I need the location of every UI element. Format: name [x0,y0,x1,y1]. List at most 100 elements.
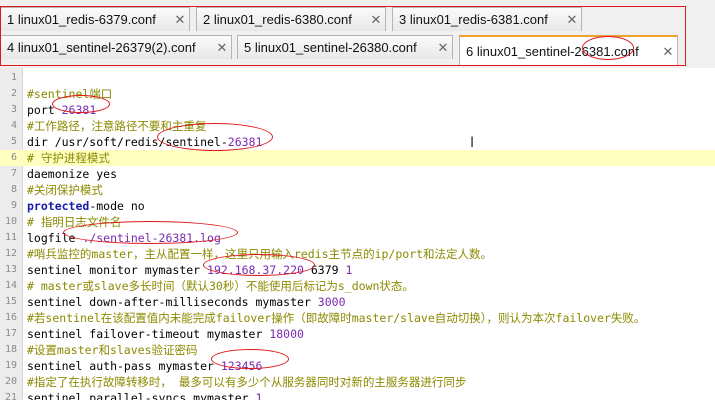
code-line[interactable]: 8 #关闭保护模式 [0,182,715,198]
close-icon[interactable]: ✕ [563,12,581,28]
tab-sentinel-26380[interactable]: 5 linux01_sentinel-26380.conf ✕ [237,35,453,59]
line-number: 5 [10,136,17,147]
code-token: #工作路径，注意路径不要和主重复 [27,119,207,133]
code-line[interactable]: 6 # 守护进程模式 [0,150,715,166]
code-line[interactable]: 15 sentinel down-after-milliseconds mymas… [0,294,715,310]
line-number: 13 [4,264,17,275]
code-token: protected [27,199,90,213]
code-token: #哨兵监控的master，主从配置一样，这里只用输入redis主节点的ip/po… [27,247,493,261]
code-token: 192.168.37.220 [207,263,304,277]
code-token: ./sentinel-26381.log [82,231,221,245]
code-text: sentinel parallel-syncs mymaster 1 [27,390,262,400]
code-line[interactable]: 20 #指定了在执行故障转移时， 最多可以有多少个从服务器同时对新的主服务器进行同… [0,374,715,390]
code-line[interactable]: 3 port 26381 [0,102,715,118]
code-line[interactable]: 9 protected-mode no [0,198,715,214]
code-text: sentinel monitor mymaster 192.168.37.220… [27,262,352,278]
code-token: sentinel failover-timeout mymaster [27,327,270,341]
line-number: 17 [4,328,17,339]
tab-label: 4 linux01_sentinel-26379(2).conf [7,40,196,55]
code-text: dir /usr/soft/redis/sentinel-26381 [27,134,262,150]
line-number: 16 [4,312,17,323]
tab-redis-6379[interactable]: 1 linux01_redis-6379.conf ✕ [0,7,190,31]
tab-label: 1 linux01_redis-6379.conf [7,12,156,27]
code-text: logfile ./sentinel-26381.log [27,230,221,246]
code-line[interactable]: 12 #哨兵监控的master，主从配置一样，这里只用输入redis主节点的ip/… [0,246,715,262]
code-token: 18000 [269,327,304,341]
code-token: -mode no [89,199,145,213]
line-number: 19 [4,360,17,371]
line-number: 14 [4,280,17,291]
code-line[interactable]: 16 #若sentinel在该配置值内未能完成failover操作（即故障时mas… [0,310,715,326]
close-icon[interactable]: ✕ [367,12,385,28]
code-token: 26381 [227,135,263,149]
code-line[interactable]: 7 daemonize yes [0,166,715,182]
code-line[interactable]: 11 logfile ./sentinel-26381.log [0,230,715,246]
tab-redis-6381[interactable]: 3 linux01_redis-6381.conf ✕ [392,7,582,31]
code-text: port 26381 [27,102,96,118]
code-text: # master或slave多长时间（默认30秒）不能使用后标记为s_down状… [27,278,414,294]
tab-label: 3 linux01_redis-6381.conf [399,12,548,27]
code-token: sentinel down-after-milliseconds mymaste… [27,295,318,309]
code-line[interactable]: 17 sentinel failover-timeout mymaster 180… [0,326,715,342]
code-token: 6379 [303,263,346,277]
code-line[interactable]: 19 sentinel auth-pass mymaster 123456 [0,358,715,374]
code-line[interactable]: 4 #工作路径，注意路径不要和主重复 [0,118,715,134]
code-token: #关闭保护模式 [27,183,103,197]
code-line[interactable]: 14 # master或slave多长时间（默认30秒）不能使用后标记为s_dow… [0,278,715,294]
line-number: 9 [10,200,17,211]
code-line[interactable]: 13 sentinel monitor mymaster 192.168.37.2… [0,262,715,278]
line-number: 20 [4,376,17,387]
code-token: #sentinel端口 [27,87,113,101]
line-number: 3 [10,104,17,115]
line-number: 21 [4,392,17,400]
code-token: #设置master和slaves验证密码 [27,343,198,357]
code-token: # 指明日志文件名 [27,215,122,229]
close-icon[interactable]: ✕ [434,40,452,56]
code-token: # 守护进程模式 [27,151,110,165]
code-text: # 守护进程模式 [27,150,110,166]
line-number: 1 [10,72,17,83]
code-editor[interactable]: 1 2 #sentinel端口 3 port 26381 4 #工作路径，注意路径不要和主重… [0,68,715,400]
code-token: 26381 [61,103,97,117]
code-text: #哨兵监控的master，主从配置一样，这里只用输入redis主节点的ip/po… [27,246,492,262]
line-number: 15 [4,296,17,307]
tab-label: 6 linux01_sentinel-26381.conf [466,44,639,59]
code-text: # 指明日志文件名 [27,214,121,230]
code-text: #工作路径，注意路径不要和主重复 [27,118,206,134]
tab-label: 5 linux01_sentinel-26380.conf [244,40,417,55]
code-line[interactable]: 2 #sentinel端口 [0,86,715,102]
code-token: sentinel auth-pass mymaster [27,359,221,373]
code-token: 1 [345,263,353,277]
line-number: 18 [4,344,17,355]
code-token: # master或slave多长时间（默认30秒）不能使用后标记为s_down状… [27,279,414,293]
code-line[interactable]: 10 # 指明日志文件名 [0,214,715,230]
close-icon[interactable]: ✕ [171,12,189,28]
code-text: #若sentinel在该配置值内未能完成failover操作（即故障时maste… [27,310,645,326]
code-text: #关闭保护模式 [27,182,103,198]
tab-label: 2 linux01_redis-6380.conf [203,12,352,27]
line-number: 2 [10,88,17,99]
code-text: protected-mode no [27,198,145,214]
code-token: dir /usr/soft/redis/sentinel- [27,135,228,149]
code-line[interactable]: 18 #设置master和slaves验证密码 [0,342,715,358]
close-icon[interactable]: ✕ [213,40,231,56]
line-number: 12 [4,248,17,259]
code-token: #若sentinel在该配置值内未能完成failover操作（即故障时maste… [27,311,646,325]
code-text: sentinel failover-timeout mymaster 18000 [27,326,304,342]
code-token: 123456 [220,359,263,373]
code-text: #sentinel端口 [27,86,112,102]
tab-sentinel-26379-2[interactable]: 4 linux01_sentinel-26379(2).conf ✕ [0,35,232,59]
line-number: 7 [10,168,17,179]
tab-sentinel-26381[interactable]: 6 linux01_sentinel-26381.conf ✕ [459,35,678,66]
code-line[interactable]: 1 [0,70,715,86]
code-text: daemonize yes [27,166,117,182]
code-token: sentinel parallel-syncs mymaster [27,391,256,400]
line-number: 6 [10,152,17,163]
code-line[interactable]: 5 dir /usr/soft/redis/sentinel-26381 [0,134,715,150]
close-icon[interactable]: ✕ [659,44,677,60]
code-token: 1 [255,391,263,400]
code-text: #指定了在执行故障转移时， 最多可以有多少个从服务器同时对新的主服务器进行同步 [27,374,466,390]
code-line[interactable]: 21 sentinel parallel-syncs mymaster 1 [0,390,715,400]
tab-redis-6380[interactable]: 2 linux01_redis-6380.conf ✕ [196,7,386,31]
tab-bar: 1 linux01_redis-6379.conf ✕ 2 linux01_re… [0,0,715,69]
